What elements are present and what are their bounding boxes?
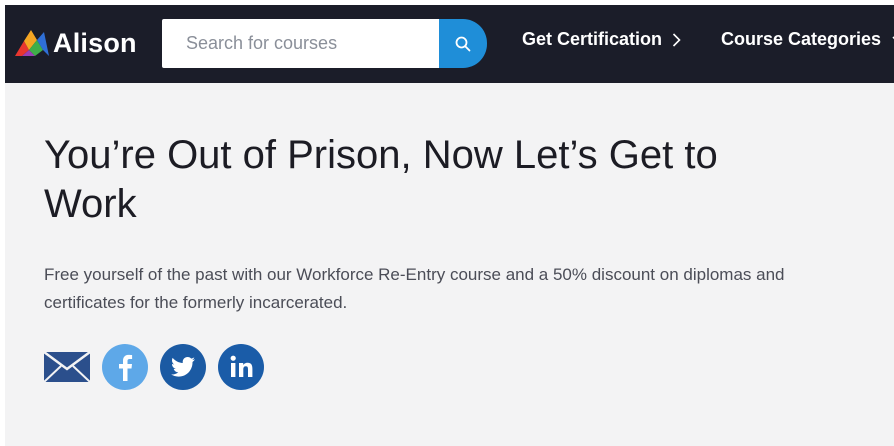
- share-linkedin-button[interactable]: [217, 343, 265, 391]
- nav-get-certification[interactable]: Get Certification: [522, 29, 681, 50]
- nav-course-categories[interactable]: Course Categories: [721, 29, 894, 50]
- linkedin-icon: [218, 344, 264, 390]
- alison-logo-icon: [15, 30, 49, 56]
- nav-get-certification-label: Get Certification: [522, 29, 663, 49]
- search-button[interactable]: [439, 19, 487, 68]
- share-email-button[interactable]: [43, 349, 91, 385]
- chevron-right-icon: [672, 32, 681, 48]
- email-icon: [43, 350, 91, 383]
- alison-logo[interactable]: Alison: [13, 27, 137, 59]
- share-buttons: [43, 342, 275, 392]
- share-twitter-button[interactable]: [159, 343, 207, 391]
- share-facebook-button[interactable]: [101, 343, 149, 391]
- page: Alison Get Certification Course Categori…: [5, 5, 894, 446]
- nav-course-categories-label: Course Categories: [721, 29, 882, 49]
- search-input[interactable]: [162, 19, 439, 68]
- page-title: You’re Out of Prison, Now Let’s Get to W…: [44, 133, 718, 226]
- twitter-icon: [160, 344, 206, 390]
- page-subtitle: Free yourself of the past with our Workf…: [44, 265, 785, 312]
- top-navbar: Alison Get Certification Course Categori…: [5, 5, 894, 83]
- search-bar: [162, 19, 487, 68]
- logo-text: Alison: [53, 27, 137, 58]
- facebook-icon: [102, 344, 148, 390]
- search-icon: [455, 36, 471, 51]
